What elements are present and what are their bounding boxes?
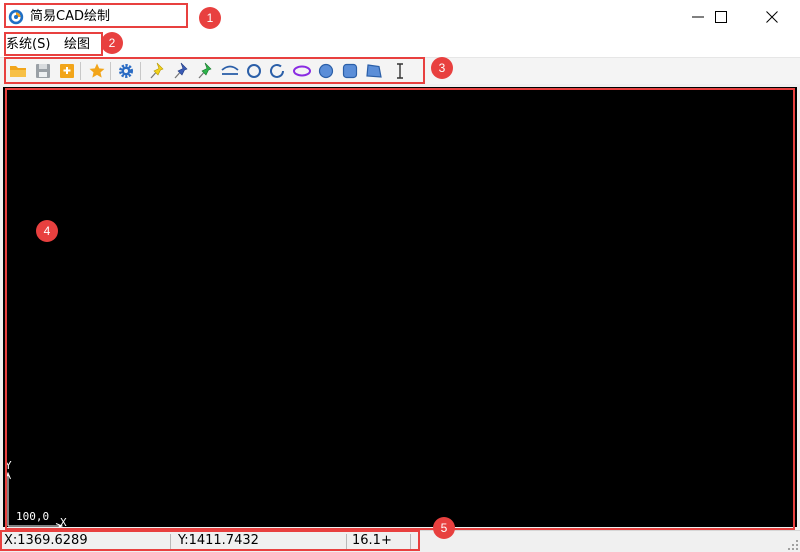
canvas-frame: Y X 100,0 — [0, 84, 800, 530]
status-zoom: 16.1+ — [352, 533, 392, 548]
save-as-button[interactable] — [57, 61, 77, 81]
ellipse-tool-button[interactable] — [292, 61, 312, 81]
title-bar: 简易CAD绘制 — [0, 0, 800, 33]
annotation-badge-4: 4 — [36, 220, 58, 242]
annotation-badge-3: 3 — [431, 57, 453, 79]
arc-line-tool-button[interactable] — [220, 61, 240, 81]
annotation-badge-2: 2 — [101, 32, 123, 54]
star-icon — [89, 63, 105, 78]
close-icon — [766, 10, 778, 23]
status-bar: X:1369.6289 Y:1411.7432 16.1+ — [0, 530, 800, 552]
blue-pin-button[interactable] — [172, 61, 192, 81]
x-axis-label: X — [60, 516, 67, 528]
annotation-badge-1: 1 — [199, 7, 221, 29]
resize-grip-icon[interactable] — [788, 540, 798, 550]
arc-icon — [270, 63, 284, 78]
status-x-coordinate: X:1369.6289 — [4, 533, 88, 548]
toolbar-separator — [140, 62, 141, 80]
circle-tool-button[interactable] — [244, 61, 264, 81]
filled-rectangle-tool-button[interactable] — [340, 61, 360, 81]
close-button[interactable] — [749, 0, 795, 33]
window-title: 简易CAD绘制 — [30, 9, 110, 24]
origin-label: 100,0 — [16, 510, 50, 523]
open-file-button[interactable] — [8, 61, 28, 81]
filled-rectangle-icon — [342, 63, 358, 79]
green-pin-icon — [198, 62, 212, 79]
toolbar-separator — [110, 62, 111, 80]
text-tool-button[interactable] — [390, 61, 410, 81]
arc-tool-button[interactable] — [267, 61, 287, 81]
filled-circle-tool-button[interactable] — [316, 61, 336, 81]
favorite-button[interactable] — [87, 61, 107, 81]
drawing-canvas[interactable]: Y X 100,0 — [3, 87, 797, 527]
settings-button[interactable] — [116, 61, 136, 81]
menu-draw[interactable]: 绘图 — [64, 36, 90, 53]
toolbar — [0, 57, 800, 85]
status-separator — [346, 534, 347, 549]
menu-system[interactable]: 系统(S) — [6, 36, 50, 53]
toolbar-separator — [80, 62, 81, 80]
save-disk-icon — [36, 64, 50, 78]
status-separator — [170, 534, 171, 549]
polygon-tool-button[interactable] — [364, 61, 384, 81]
cad-app-logo-icon — [8, 9, 24, 25]
blue-pin-icon — [174, 62, 188, 79]
status-separator — [410, 534, 411, 549]
gear-icon — [119, 64, 133, 78]
circle-outline-icon — [247, 64, 261, 78]
annotation-badge-5: 5 — [433, 517, 455, 539]
ellipse-icon — [293, 65, 311, 77]
filled-circle-icon — [318, 63, 334, 79]
maximize-button[interactable] — [698, 0, 744, 33]
status-y-coordinate: Y:1411.7432 — [178, 533, 259, 548]
yellow-pin-icon — [150, 62, 164, 79]
arc-line-icon — [221, 65, 239, 75]
save-as-icon — [60, 64, 74, 78]
coordinate-axis — [5, 471, 64, 527]
save-button[interactable] — [33, 61, 53, 81]
green-pin-button[interactable] — [196, 61, 216, 81]
open-folder-icon — [10, 66, 26, 77]
polygon-icon — [366, 64, 382, 78]
y-axis-label: Y — [5, 459, 12, 472]
maximize-icon — [715, 10, 727, 23]
text-cursor-icon — [397, 63, 403, 79]
yellow-pin-button[interactable] — [148, 61, 168, 81]
